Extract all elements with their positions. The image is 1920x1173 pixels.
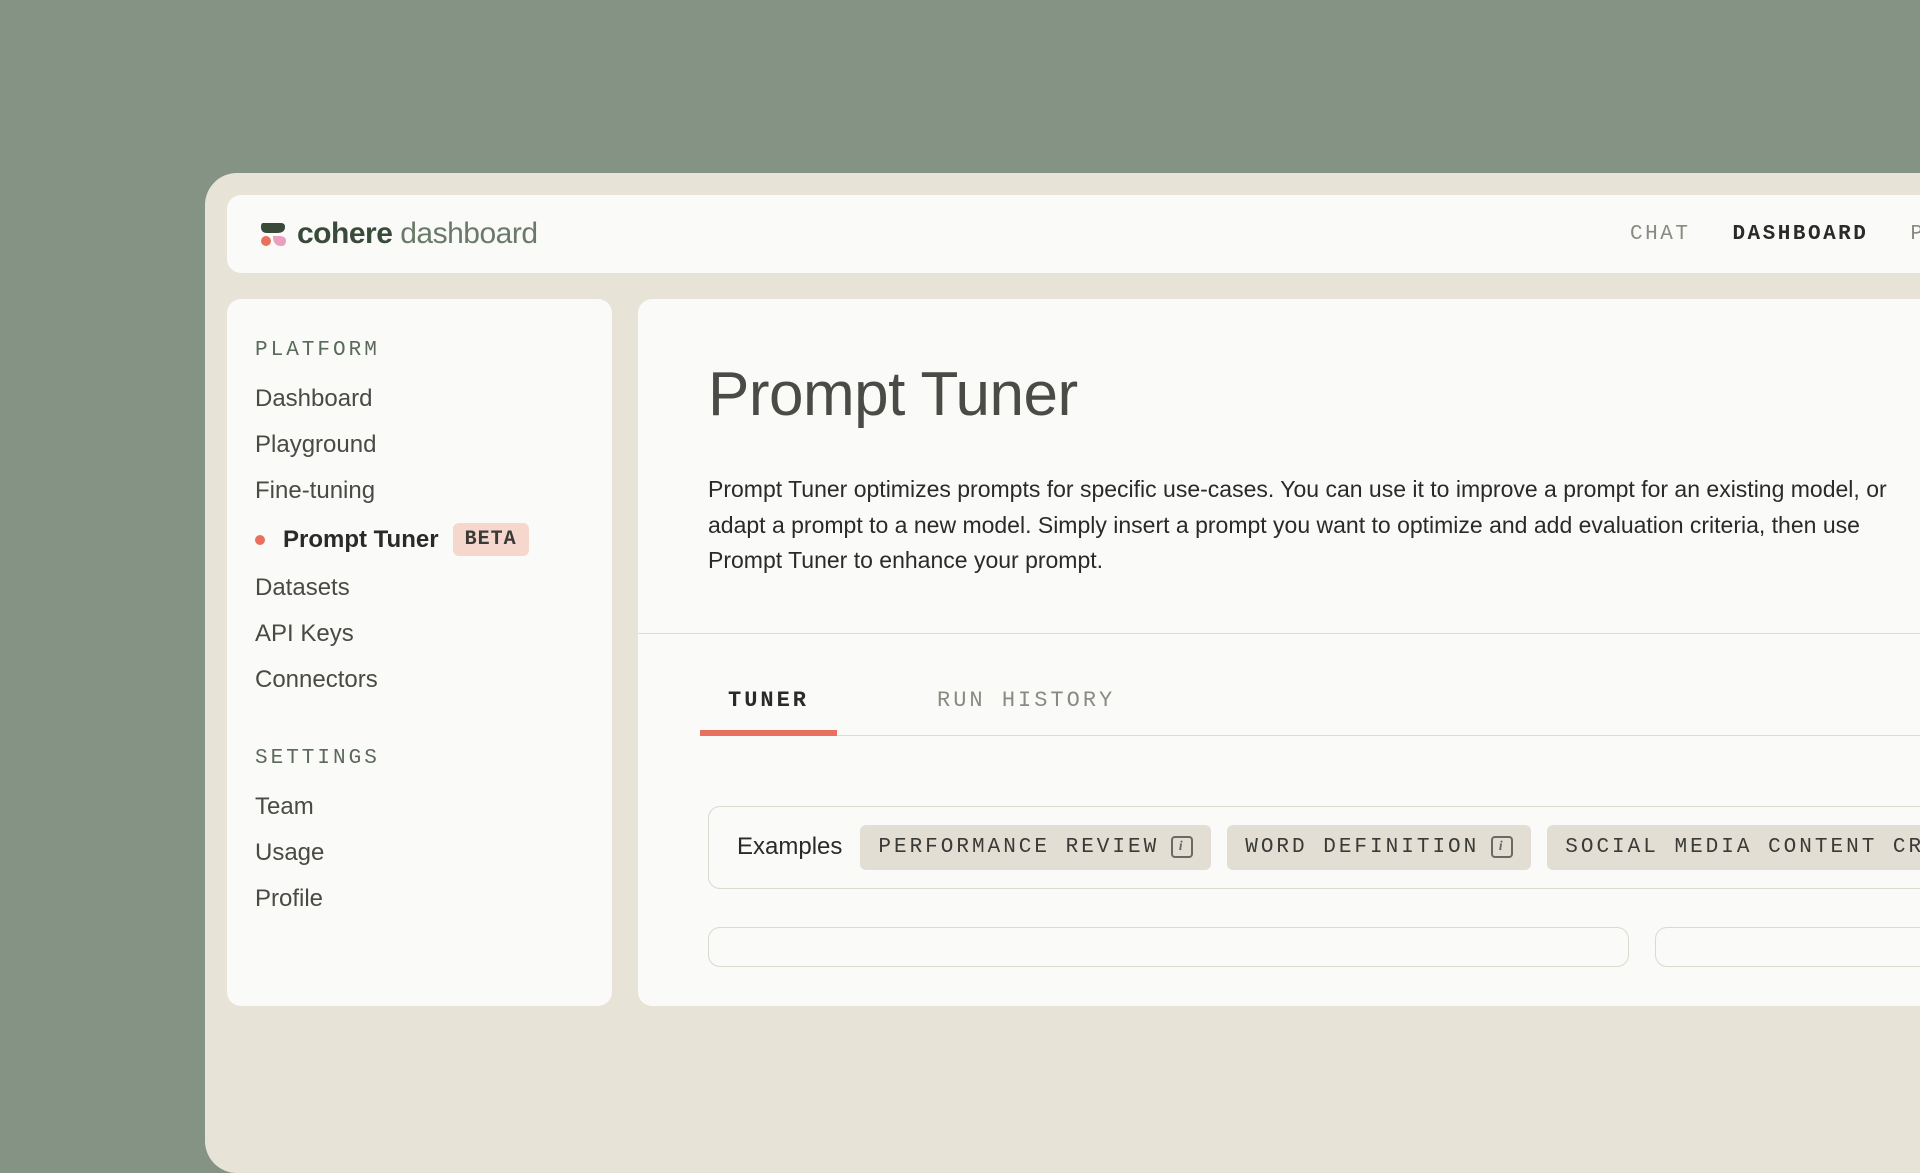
chip-label: WORD DEFINITION — [1245, 836, 1479, 859]
input-row — [708, 927, 1920, 967]
sidebar-item-fine-tuning[interactable]: Fine-tuning — [255, 468, 584, 514]
example-chip-performance-review[interactable]: PERFORMANCE REVIEW i — [860, 825, 1211, 870]
prompt-input-box[interactable] — [708, 927, 1629, 967]
sidebar-item-label: Fine-tuning — [255, 477, 375, 505]
header-bar: cohere dashboard CHAT DASHBOARD PLAYGR — [227, 195, 1920, 273]
chip-label: SOCIAL MEDIA CONTENT CRE — [1565, 836, 1920, 859]
info-icon[interactable]: i — [1171, 836, 1193, 858]
nav-dashboard[interactable]: DASHBOARD — [1732, 223, 1868, 246]
sidebar-item-usage[interactable]: Usage — [255, 830, 584, 876]
brand-suffix: dashboard — [400, 217, 537, 250]
sidebar-item-label: Playground — [255, 431, 376, 459]
app-window: cohere dashboard CHAT DASHBOARD PLAYGR P… — [205, 173, 1920, 1173]
example-chip-word-definition[interactable]: WORD DEFINITION i — [1227, 825, 1531, 870]
main-panel: Prompt Tuner Prompt Tuner optimizes prom… — [638, 299, 1920, 1006]
body-row: PLATFORM Dashboard Playground Fine-tunin… — [227, 299, 1920, 1006]
sidebar-section-platform: PLATFORM Dashboard Playground Fine-tunin… — [255, 339, 584, 703]
sidebar-item-label: Usage — [255, 839, 324, 867]
sidebar-item-label: Datasets — [255, 574, 350, 602]
sidebar-title-platform: PLATFORM — [255, 339, 584, 362]
info-icon[interactable]: i — [1491, 836, 1513, 858]
tab-tuner[interactable]: TUNER — [708, 688, 829, 735]
sidebar-section-settings: SETTINGS Team Usage Profile — [255, 747, 584, 922]
sidebar-item-label: Dashboard — [255, 385, 372, 413]
sidebar-item-label: Connectors — [255, 666, 378, 694]
sidebar-item-label: API Keys — [255, 620, 354, 648]
nav-playground[interactable]: PLAYGR — [1910, 223, 1920, 246]
sidebar-item-team[interactable]: Team — [255, 784, 584, 830]
sidebar-item-label: Profile — [255, 885, 323, 913]
examples-bar: Examples PERFORMANCE REVIEW i WORD DEFIN… — [708, 806, 1920, 889]
logo-text: cohere dashboard — [297, 217, 538, 251]
tab-run-history[interactable]: RUN HISTORY — [917, 688, 1135, 735]
sidebar-item-prompt-tuner[interactable]: Prompt Tuner BETA — [255, 514, 584, 565]
logo[interactable]: cohere dashboard — [259, 217, 538, 251]
active-dot-icon — [255, 535, 265, 545]
chip-label: PERFORMANCE REVIEW — [878, 836, 1159, 859]
top-nav: CHAT DASHBOARD PLAYGR — [1630, 223, 1920, 246]
sidebar-title-settings: SETTINGS — [255, 747, 584, 770]
examples-label: Examples — [737, 833, 842, 861]
sidebar-item-playground[interactable]: Playground — [255, 422, 584, 468]
example-chip-social-media[interactable]: SOCIAL MEDIA CONTENT CRE — [1547, 825, 1920, 870]
sidebar-item-api-keys[interactable]: API Keys — [255, 611, 584, 657]
page-description: Prompt Tuner optimizes prompts for speci… — [708, 472, 1888, 579]
sidebar-item-label: Team — [255, 793, 314, 821]
side-input-box[interactable] — [1655, 927, 1920, 967]
page-title: Prompt Tuner — [708, 359, 1920, 430]
sidebar: PLATFORM Dashboard Playground Fine-tunin… — [227, 299, 612, 1006]
divider — [638, 633, 1920, 634]
sidebar-item-datasets[interactable]: Datasets — [255, 565, 584, 611]
sidebar-item-dashboard[interactable]: Dashboard — [255, 376, 584, 422]
sidebar-item-profile[interactable]: Profile — [255, 876, 584, 922]
nav-chat[interactable]: CHAT — [1630, 223, 1690, 246]
cohere-logo-icon — [259, 221, 287, 247]
brand-name: cohere — [297, 217, 392, 250]
sidebar-item-connectors[interactable]: Connectors — [255, 657, 584, 703]
beta-badge: BETA — [453, 523, 529, 556]
sidebar-item-label: Prompt Tuner — [283, 526, 439, 554]
tabs: TUNER RUN HISTORY — [708, 688, 1920, 736]
